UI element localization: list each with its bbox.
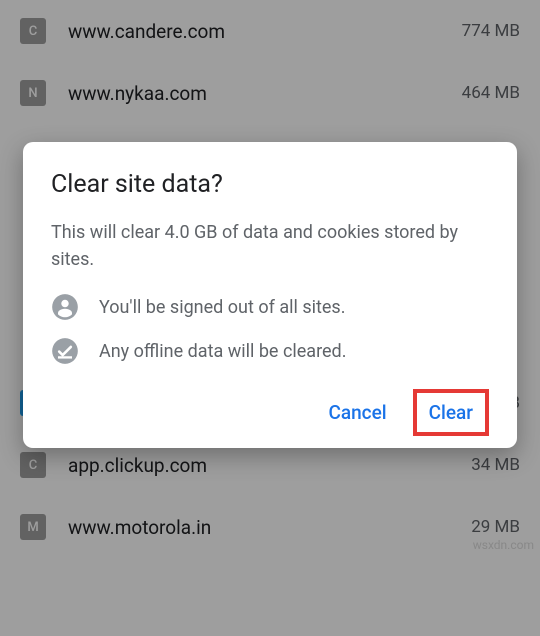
cancel-button[interactable]: Cancel [312,389,402,436]
info-text: You'll be signed out of all sites. [99,297,345,318]
clear-button[interactable]: Clear [429,401,473,424]
watermark: wsxdn.com [473,538,534,552]
modal-overlay: Clear site data? This will clear 4.0 GB … [0,0,540,636]
highlight-annotation: Clear [413,389,489,436]
person-icon [51,293,79,321]
clear-site-data-dialog: Clear site data? This will clear 4.0 GB … [23,142,517,448]
info-signed-out: You'll be signed out of all sites. [51,293,489,321]
offline-check-icon [51,337,79,365]
info-offline-data: Any offline data will be cleared. [51,337,489,365]
dialog-actions: Cancel Clear [51,389,489,436]
dialog-title: Clear site data? [51,170,489,199]
info-text: Any offline data will be cleared. [99,341,346,362]
dialog-message: This will clear 4.0 GB of data and cooki… [51,219,489,273]
